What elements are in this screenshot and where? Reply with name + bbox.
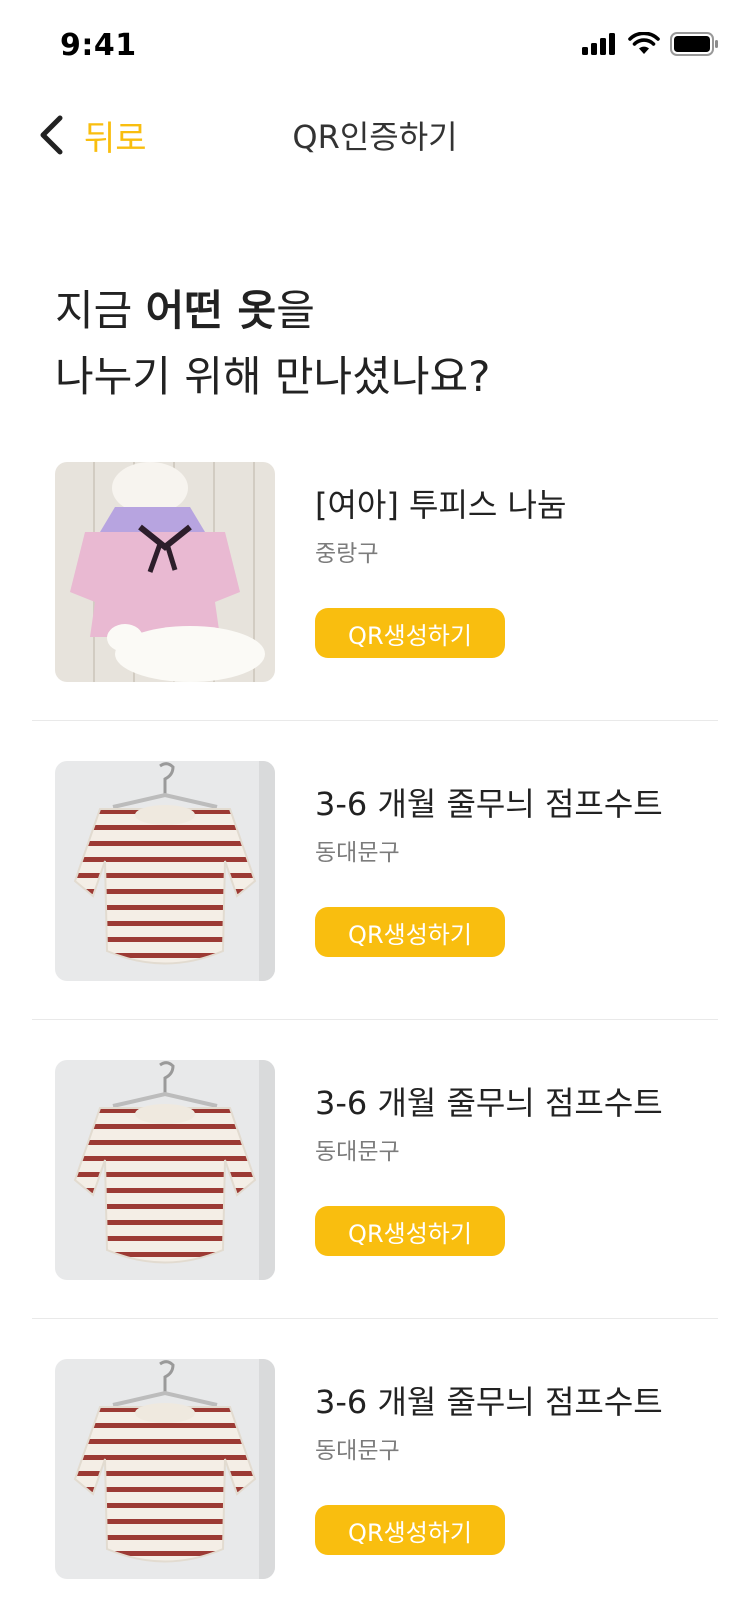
clothing-list: [여아] 투피스 나눔 중랑구 QR생성하기 3-6 개월 줄무늬 점프수트 동… <box>0 462 750 1624</box>
striped-bodysuit-photo-icon <box>55 1060 275 1280</box>
item-region: 중랑구 <box>315 541 379 567</box>
status-time: 9:41 <box>60 28 137 63</box>
item-photo[interactable] <box>55 1060 275 1280</box>
heading-emphasis: 어떤 옷 <box>145 286 277 335</box>
item-photo[interactable] <box>55 1359 275 1579</box>
wifi-icon <box>628 32 660 54</box>
item-region: 동대문구 <box>315 1139 400 1165</box>
item-title[interactable]: [여아] 투피스 나눔 <box>315 480 566 526</box>
status-icons <box>582 32 718 56</box>
page-title: QR인증하기 <box>292 118 458 156</box>
item-title[interactable]: 3-6 개월 줄무늬 점프수트 <box>315 1078 663 1124</box>
item-region: 동대문구 <box>315 1438 400 1464</box>
divider <box>32 1019 718 1020</box>
pink-dress-photo-icon <box>55 462 275 682</box>
page-heading: 지금 어떤 옷을 나누기 위해 만나셨나요? <box>55 278 490 410</box>
striped-bodysuit-photo-icon <box>55 761 275 981</box>
list-item: [여아] 투피스 나눔 중랑구 QR생성하기 <box>0 462 750 761</box>
item-photo[interactable] <box>55 761 275 981</box>
heading-suffix: 을 <box>276 286 315 335</box>
striped-bodysuit-photo-icon <box>55 1359 275 1579</box>
battery-icon <box>670 32 718 56</box>
item-title[interactable]: 3-6 개월 줄무늬 점프수트 <box>315 1377 663 1423</box>
heading-line-2: 나누기 위해 만나셨나요? <box>55 352 491 401</box>
status-bar: 9:41 <box>0 0 750 90</box>
item-photo[interactable] <box>55 462 275 682</box>
qr-generate-button[interactable]: QR생성하기 <box>315 608 505 658</box>
list-item: 3-6 개월 줄무늬 점프수트 동대문구 QR생성하기 <box>0 761 750 1060</box>
qr-generate-button[interactable]: QR생성하기 <box>315 1206 505 1256</box>
list-item: 3-6 개월 줄무늬 점프수트 동대문구 QR생성하기 <box>0 1359 750 1624</box>
heading-prefix: 지금 <box>55 286 146 335</box>
divider <box>32 720 718 721</box>
qr-generate-button[interactable]: QR생성하기 <box>315 1505 505 1555</box>
qr-generate-button[interactable]: QR생성하기 <box>315 907 505 957</box>
list-item: 3-6 개월 줄무늬 점프수트 동대문구 QR생성하기 <box>0 1060 750 1359</box>
item-region: 동대문구 <box>315 840 400 866</box>
navigation-bar: 뒤로 QR인증하기 <box>0 90 750 180</box>
divider <box>32 1318 718 1319</box>
cellular-signal-icon <box>582 33 615 55</box>
item-title[interactable]: 3-6 개월 줄무늬 점프수트 <box>315 779 663 825</box>
heading-line-1: 지금 어떤 옷을 <box>55 278 490 344</box>
